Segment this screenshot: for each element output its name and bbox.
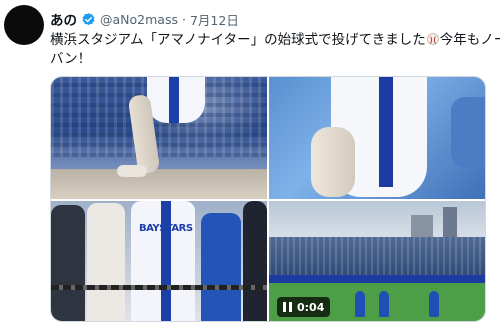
cheerleader — [429, 291, 439, 317]
person — [243, 201, 267, 321]
ground — [51, 169, 267, 199]
pause-icon[interactable] — [283, 302, 292, 312]
jersey-text: BAYSTARS — [139, 223, 193, 234]
verified-badge-icon — [81, 12, 96, 27]
tweet-text-line-1-start: 横浜スタジアム「アマノナイター」の始球式で投げてきました — [50, 32, 426, 48]
person — [87, 203, 125, 321]
cheerleader — [379, 291, 389, 317]
shoe — [117, 165, 147, 177]
photo-lineup[interactable]: BAYSTARS — [51, 201, 267, 321]
separator-dot: · — [181, 11, 186, 27]
building — [443, 207, 457, 241]
video-timestamp: 0:04 — [297, 300, 325, 314]
video-controls: 0:04 — [277, 297, 331, 317]
person — [201, 213, 241, 321]
stadium-stand — [269, 237, 485, 277]
arm — [451, 97, 485, 167]
tweet-text: 横浜スタジアム「アマノナイター」の始球式で投げてきました今年もノー バン！ — [50, 31, 500, 69]
tweet-text-line-2: バン！ — [50, 51, 92, 67]
photo-pitching-leg[interactable] — [51, 77, 267, 199]
raised-knee — [311, 127, 355, 197]
person-in-jersey: BAYSTARS — [131, 201, 195, 321]
tweet-header: あの @aNo2mass · 7月12日 — [50, 9, 239, 30]
baseball-emoji-icon — [426, 33, 439, 45]
tweet-text-line-1-end: 今年もノー — [439, 32, 500, 48]
jersey-stripe — [161, 201, 171, 321]
avatar[interactable] — [4, 5, 44, 45]
user-handle[interactable]: @aNo2mass — [100, 12, 178, 27]
cheerleader — [355, 291, 365, 317]
tweet-date[interactable]: 7月12日 — [190, 10, 239, 29]
video-stadium[interactable]: 0:04 — [269, 201, 485, 321]
person — [51, 205, 85, 321]
uniform-skirt — [147, 77, 205, 123]
tweet-text-line-1: 横浜スタジアム「アマノナイター」の始球式で投げてきました今年もノー — [50, 31, 500, 50]
media-grid: BAYSTARS 0:04 — [50, 76, 486, 322]
display-name[interactable]: あの — [50, 9, 77, 29]
outfield-banner — [269, 275, 485, 283]
rope-barrier — [51, 285, 267, 290]
tweet[interactable]: あの @aNo2mass · 7月12日 横浜スタジアム「アマノナイター」の始球… — [0, 0, 500, 332]
photo-pitching-closeup[interactable] — [269, 77, 485, 199]
